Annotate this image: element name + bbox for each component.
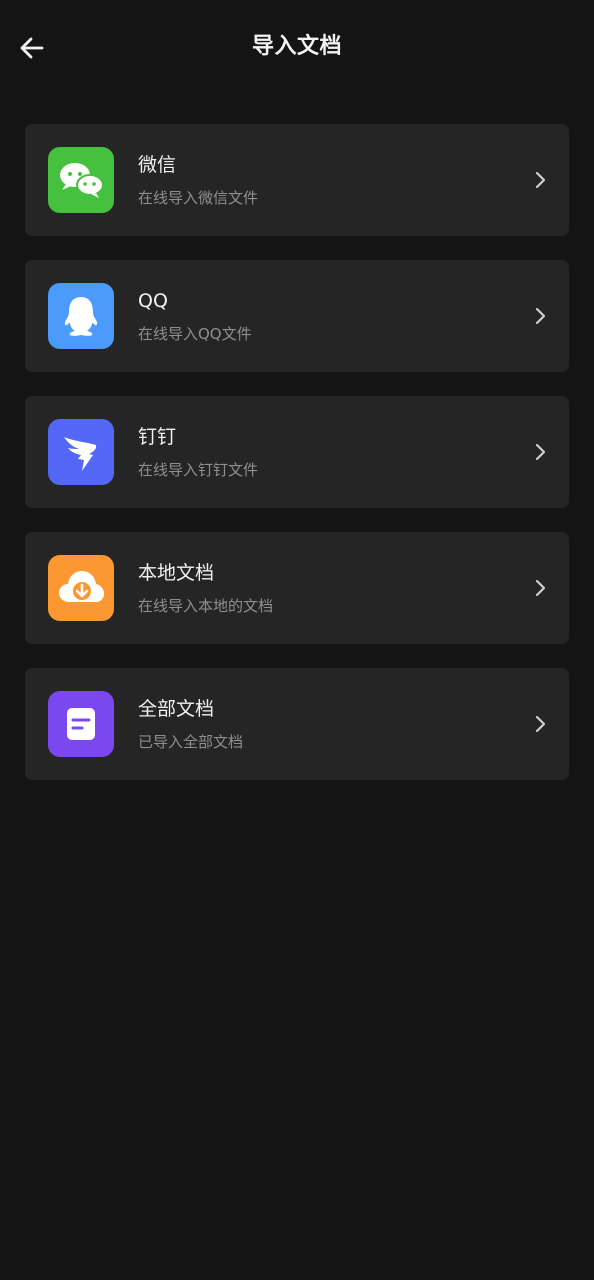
cloud-download-icon xyxy=(48,555,114,621)
item-subtitle: 在线导入QQ文件 xyxy=(138,325,252,343)
item-title: 微信 xyxy=(138,154,177,176)
item-subtitle: 已导入全部文档 xyxy=(138,733,244,751)
item-subtitle: 在线导入钉钉文件 xyxy=(138,461,259,479)
document-icon xyxy=(48,691,114,757)
import-source-list: 微信 在线导入微信文件 QQ 在线导入QQ文件 钉钉 在线导入钉钉文件 本地文档… xyxy=(25,124,569,804)
item-subtitle: 在线导入本地的文档 xyxy=(138,597,274,615)
item-title: QQ xyxy=(138,290,168,312)
chevron-right-icon xyxy=(531,305,549,327)
page-title: 导入文档 xyxy=(251,34,342,59)
item-title: 本地文档 xyxy=(138,562,215,584)
import-documents-page: 导入文档 微信 在线导入微信文件 QQ 在线导入QQ文件 钉钉 在线导入钉钉文件… xyxy=(0,0,594,1280)
dingtalk-import-item[interactable]: 钉钉 在线导入钉钉文件 xyxy=(25,396,569,508)
chevron-right-icon xyxy=(531,713,549,735)
chevron-right-icon xyxy=(531,577,549,599)
qq-icon xyxy=(48,283,114,349)
item-title: 钉钉 xyxy=(138,426,177,448)
local-documents-item[interactable]: 本地文档 在线导入本地的文档 xyxy=(25,532,569,644)
top-bar: 导入文档 xyxy=(0,0,594,94)
chevron-right-icon xyxy=(531,441,549,463)
dingtalk-icon xyxy=(48,419,114,485)
all-documents-item[interactable]: 全部文档 已导入全部文档 xyxy=(25,668,569,780)
chevron-right-icon xyxy=(531,169,549,191)
qq-import-item[interactable]: QQ 在线导入QQ文件 xyxy=(25,260,569,372)
item-title: 全部文档 xyxy=(138,698,215,720)
wechat-icon xyxy=(48,147,114,213)
item-subtitle: 在线导入微信文件 xyxy=(138,189,259,207)
wechat-import-item[interactable]: 微信 在线导入微信文件 xyxy=(25,124,569,236)
